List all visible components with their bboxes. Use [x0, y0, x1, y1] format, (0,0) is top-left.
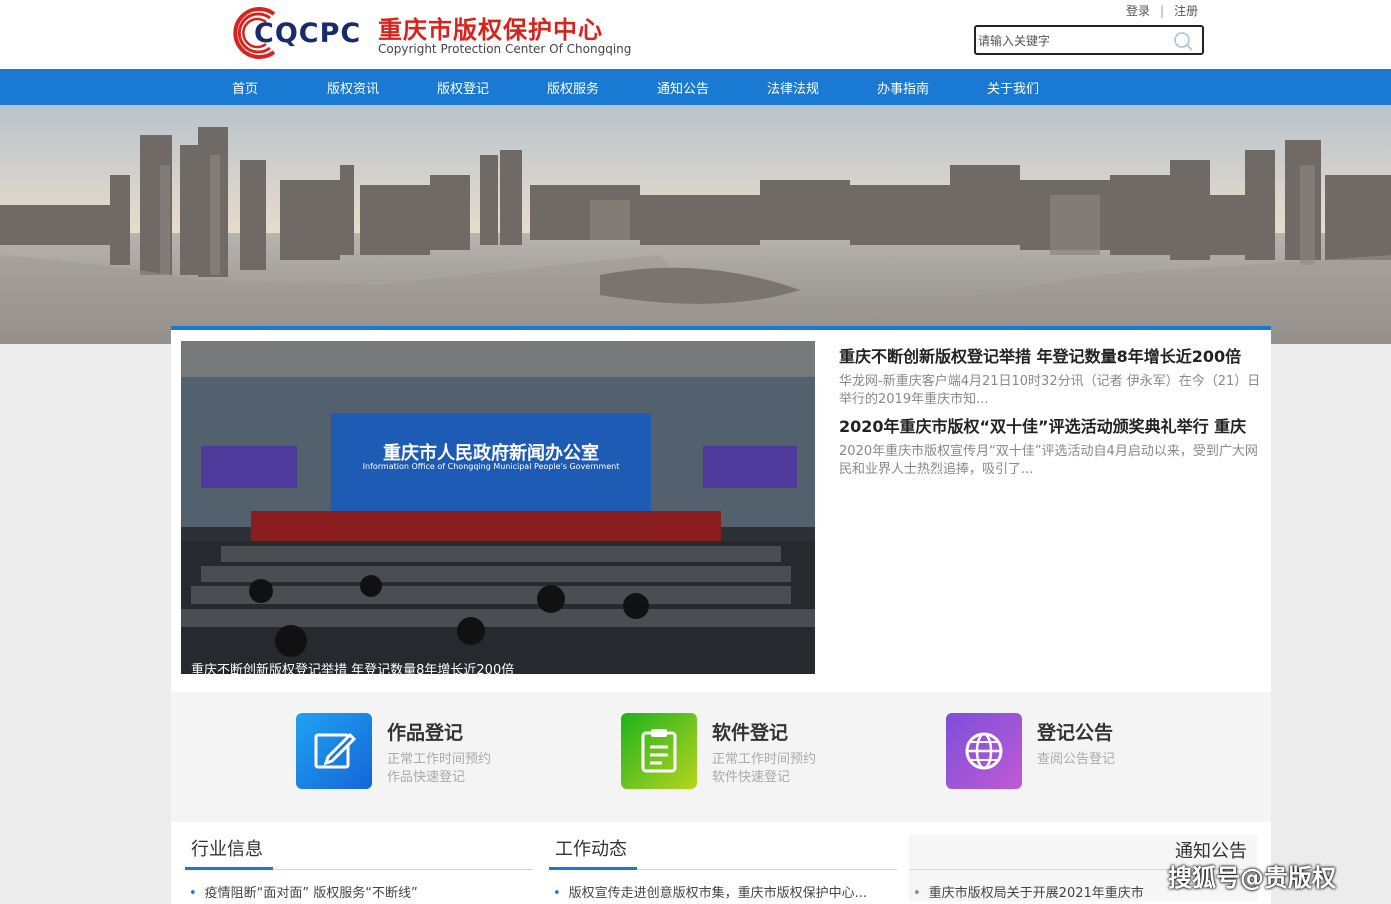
- nav-home[interactable]: 首页: [232, 78, 258, 97]
- nav-guide[interactable]: 办事指南: [877, 78, 929, 97]
- logo-abbr: CQCPC: [254, 18, 362, 49]
- main-content: 重庆市人民政府新闻办公室 Information Office of Chong…: [171, 326, 1271, 904]
- news-item[interactable]: 2020年重庆市版权“双十佳”评选活动颁奖典礼举行 重庆 2020年重庆市版权宣…: [839, 413, 1261, 479]
- nav-notices[interactable]: 通知公告: [657, 78, 709, 97]
- photo-caption[interactable]: 重庆不断创新版权登记举措 年登记数量8年增长近200倍: [191, 659, 514, 674]
- news-title[interactable]: 重庆不断创新版权登记举措 年登记数量8年增长近200倍: [839, 343, 1261, 367]
- logo-cn-title: 重庆市版权保护中心: [378, 16, 603, 44]
- service-title[interactable]: 软件登记: [712, 718, 788, 745]
- heading-underline: [549, 867, 637, 870]
- service-title[interactable]: 登记公告: [1037, 718, 1113, 745]
- service-title[interactable]: 作品登记: [387, 718, 463, 745]
- bullet-icon: •: [553, 886, 561, 901]
- service-line: 查阅公告登记: [1037, 752, 1116, 767]
- services-panel: 作品登记 正常工作时间预约 作品快速登记 软件登记 正常工作时间预约 软件快速登…: [171, 692, 1271, 822]
- search-icon[interactable]: [1172, 30, 1194, 52]
- bullet-icon: •: [189, 886, 197, 901]
- site-header: CQCPC 重庆市版权保护中心 Copyright Protection Cen…: [0, 0, 1391, 69]
- column-heading-label: 工作动态: [555, 839, 627, 860]
- press-conference-image: 重庆市人民政府新闻办公室 Information Office of Chong…: [181, 341, 815, 674]
- news-title[interactable]: 2020年重庆市版权“双十佳”评选活动颁奖典礼举行 重庆: [839, 413, 1261, 437]
- service-line: 软件快速登记: [712, 770, 791, 785]
- column-heading-label: 行业信息: [191, 839, 263, 860]
- login-link[interactable]: 登录: [1126, 2, 1150, 19]
- nav-laws[interactable]: 法律法规: [767, 78, 819, 97]
- watermark: 搜狐号@贵版权: [1168, 864, 1336, 892]
- list-item-text: 疫情阻断“面对面” 版权服务“不断线”: [204, 886, 418, 901]
- search-box: [974, 25, 1204, 55]
- list-item-text: 版权宣传走进创意版权市集，重庆市版权保护中心...: [568, 886, 868, 901]
- list-item[interactable]: • 版权宣传走进创意版权市集，重庆市版权保护中心...: [549, 882, 897, 901]
- photo-sign-en: Information Office of Chongqing Municipa…: [363, 462, 620, 471]
- nav-copyright-services[interactable]: 版权服务: [547, 78, 599, 97]
- column-industry-info: 行业信息 • 疫情阻断“面对面” 版权服务“不断线”: [185, 835, 533, 901]
- register-link[interactable]: 注册: [1174, 2, 1198, 19]
- column-work-updates: 工作动态 • 版权宣传走进创意版权市集，重庆市版权保护中心...: [549, 835, 897, 901]
- nav-copyright-news[interactable]: 版权资讯: [327, 78, 379, 97]
- nav-copyright-registration[interactable]: 版权登记: [437, 78, 489, 97]
- photo-sign-cn: 重庆市人民政府新闻办公室: [383, 442, 599, 464]
- site-logo[interactable]: CQCPC 重庆市版权保护中心 Copyright Protection Cen…: [230, 4, 640, 62]
- service-line: 正常工作时间预约: [387, 752, 492, 767]
- nav-about[interactable]: 关于我们: [987, 78, 1039, 97]
- city-skyline-image: [0, 105, 1391, 344]
- bullet-icon: •: [913, 886, 921, 901]
- heading-underline: [185, 867, 273, 870]
- list-item-text: 重庆市版权局关于开展2021年重庆市: [928, 886, 1144, 901]
- logo-en-title: Copyright Protection Center Of Chongqing: [378, 42, 632, 56]
- main-nav: 首页 版权资讯 版权登记 版权服务 通知公告 法律法规 办事指南 关于我们: [0, 69, 1391, 105]
- news-desc: 2020年重庆市版权宣传月“双十佳”评选活动自4月启动以来，受到广大网民和业界人…: [839, 444, 1258, 477]
- search-input[interactable]: [978, 31, 1168, 51]
- featured-photo[interactable]: 重庆市人民政府新闻办公室 Information Office of Chong…: [181, 341, 815, 674]
- news-desc: 华龙网-新重庆客户端4月21日10时32分讯（记者 伊永军）在今（21）日举行的…: [839, 374, 1261, 407]
- service-line: 作品快速登记: [387, 770, 466, 785]
- auth-links: 登录 | 注册: [1126, 2, 1198, 19]
- hero-banner: [0, 105, 1391, 344]
- column-heading[interactable]: 工作动态: [549, 835, 897, 870]
- news-item[interactable]: 重庆不断创新版权登记举措 年登记数量8年增长近200倍 华龙网-新重庆客户端4月…: [839, 343, 1261, 409]
- auth-separator: |: [1160, 4, 1165, 18]
- clipboard-icon[interactable]: [621, 713, 697, 789]
- globe-icon[interactable]: [946, 713, 1022, 789]
- list-item[interactable]: • 疫情阻断“面对面” 版权服务“不断线”: [185, 882, 533, 901]
- service-line: 正常工作时间预约: [712, 752, 817, 767]
- column-heading[interactable]: 行业信息: [185, 835, 533, 870]
- edit-icon[interactable]: [296, 713, 372, 789]
